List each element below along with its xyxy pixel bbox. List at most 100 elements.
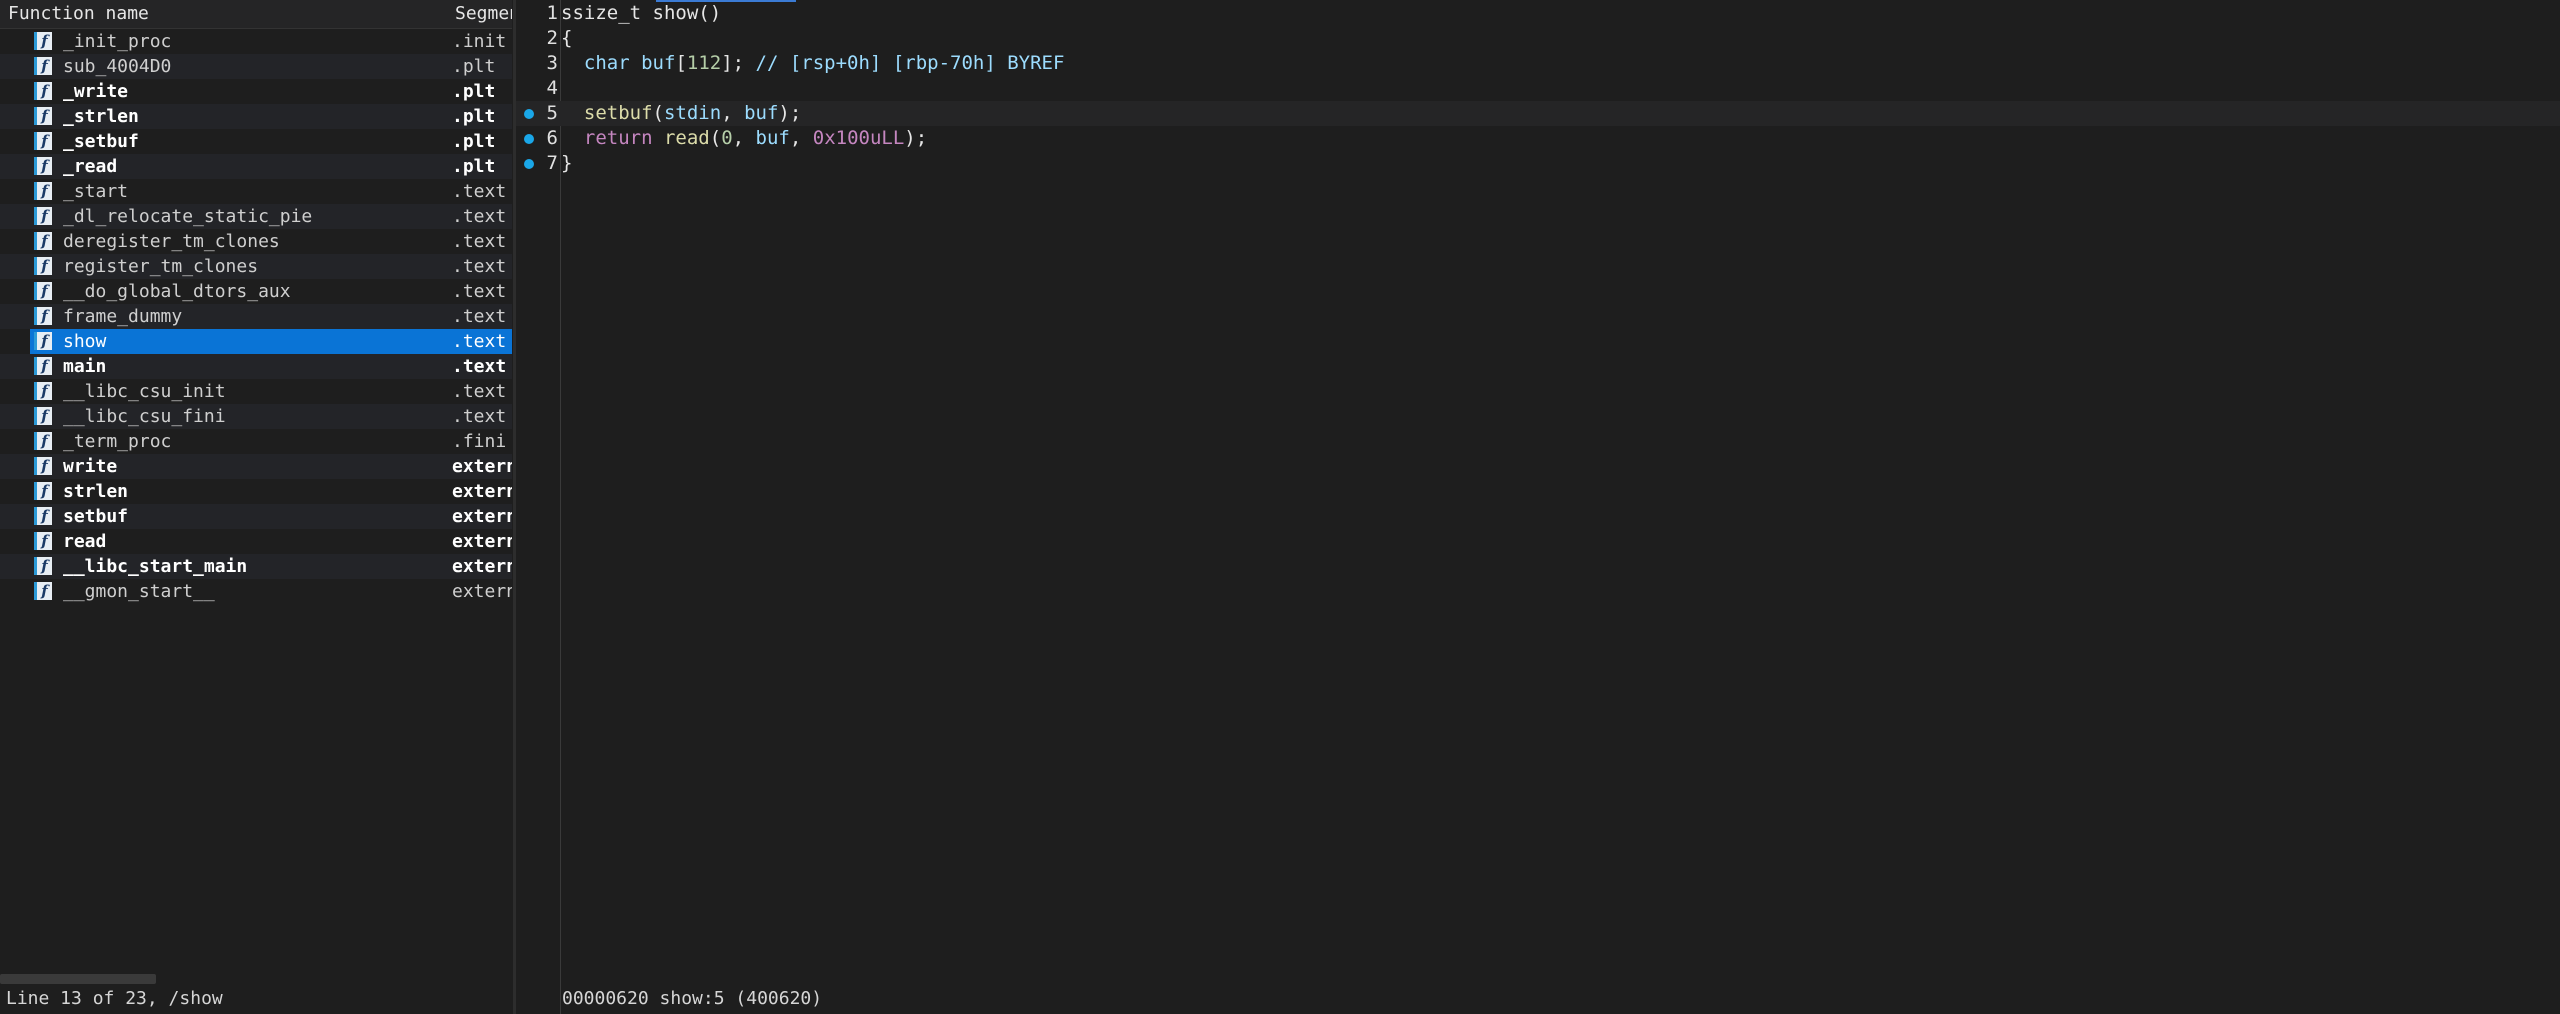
code-token-var: buf xyxy=(641,52,676,74)
function-icon: f xyxy=(34,582,52,600)
code-text: setbuf(stdin, buf); xyxy=(561,101,801,126)
function-row[interactable]: f frame_dummy .text xyxy=(0,304,512,329)
line-number: 7 xyxy=(546,152,558,174)
function-name: __do_global_dtors_aux xyxy=(63,281,291,302)
function-name: _strlen xyxy=(63,106,139,127)
code-token-plain: ); xyxy=(904,127,928,149)
function-icon: f xyxy=(34,182,52,200)
line-number: 5 xyxy=(546,102,558,124)
code-token-kw: return xyxy=(583,127,653,149)
function-row[interactable]: f register_tm_clones .text xyxy=(0,254,512,279)
function-icon: f xyxy=(34,82,52,100)
function-segment: .text xyxy=(452,406,507,427)
function-row[interactable]: f setbuf extern xyxy=(0,504,512,529)
function-segment: extern xyxy=(452,456,512,477)
code-line[interactable]: 1 ssize_t show() xyxy=(516,1,2560,26)
breakpoint-dot-icon[interactable] xyxy=(524,134,534,144)
function-name: show xyxy=(63,331,107,352)
functions-panel: Function name Segment f_init_proc.initfs… xyxy=(0,0,512,1014)
function-name: _write xyxy=(63,81,129,102)
function-segment: .fini xyxy=(452,431,507,452)
code-token-var: buf xyxy=(755,127,790,149)
function-icon: f xyxy=(34,107,52,125)
line-number: 2 xyxy=(546,27,558,49)
function-row[interactable]: f __libc_csu_fini .text xyxy=(0,404,512,429)
breakpoint-dot-icon[interactable] xyxy=(524,109,534,119)
code-line[interactable]: 2{ xyxy=(516,26,2560,51)
code-token-plain: ( xyxy=(652,102,664,124)
function-row[interactable]: f write extern xyxy=(0,454,512,479)
function-icon: f xyxy=(34,382,52,400)
code-text: char buf[112]; // [rsp+0h] [rbp-70h] BYR… xyxy=(561,51,1065,76)
function-row[interactable]: f __gmon_start__ extern xyxy=(0,579,512,604)
function-icon: f xyxy=(34,507,52,525)
function-row[interactable]: f _start .text xyxy=(0,179,512,204)
function-segment: .plt xyxy=(452,81,496,102)
function-row[interactable]: f _setbuf .plt xyxy=(0,129,512,154)
function-name: _dl_relocate_static_pie xyxy=(63,206,313,227)
function-row[interactable]: f _init_proc .init xyxy=(0,29,512,54)
function-icon: f xyxy=(34,257,52,275)
line-number: 1 xyxy=(546,2,558,24)
function-name: __libc_csu_init xyxy=(63,381,226,402)
code-token-type: char xyxy=(583,52,630,74)
function-name: main xyxy=(63,356,107,377)
function-segment: .plt xyxy=(452,106,496,127)
code-text: { xyxy=(561,26,572,51)
code-line[interactable]: 4 xyxy=(516,76,2560,101)
function-name: strlen xyxy=(63,481,129,502)
code-line[interactable]: 5 setbuf(stdin, buf); xyxy=(516,101,2560,126)
function-row[interactable]: f sub_4004D0 .plt xyxy=(0,54,512,79)
function-row[interactable]: f strlen extern xyxy=(0,479,512,504)
code-text: ssize_t show() xyxy=(561,1,721,26)
code-token-plain: ); xyxy=(778,102,802,124)
function-name: frame_dummy xyxy=(63,306,183,327)
function-icon: f xyxy=(34,232,52,250)
function-row[interactable]: f read extern xyxy=(0,529,512,554)
column-header-function-name[interactable]: Function name xyxy=(8,0,149,28)
function-row[interactable]: f __libc_start_main extern xyxy=(0,554,512,579)
code-token-fn: setbuf xyxy=(583,102,653,124)
function-row[interactable]: f _read .plt xyxy=(0,154,512,179)
code-line[interactable]: 7} xyxy=(516,151,2560,176)
pseudocode-panel[interactable]: 1 ssize_t show() 2{3 char buf[112]; // [rs… xyxy=(516,0,2560,1014)
code-token-plain: , xyxy=(789,127,813,149)
function-segment: extern xyxy=(452,531,512,552)
function-segment: .text xyxy=(452,306,507,327)
code-line[interactable]: 3 char buf[112]; // [rsp+0h] [rbp-70h] B… xyxy=(516,51,2560,76)
function-row[interactable]: f main .text xyxy=(0,354,512,379)
function-icon: f xyxy=(34,307,52,325)
pseudocode-status-bar: 00000620 show:5 (400620) xyxy=(562,988,823,1009)
function-row[interactable]: f _term_proc .fini xyxy=(0,429,512,454)
code-token-fn: read xyxy=(663,127,710,149)
function-row[interactable]: f show .text xyxy=(0,329,512,354)
column-header-segment[interactable]: Segment xyxy=(455,0,512,28)
function-icon: f xyxy=(34,557,52,575)
function-row[interactable]: f __libc_csu_init .text xyxy=(0,379,512,404)
functions-horizontal-scrollbar[interactable] xyxy=(0,974,156,984)
functions-table-header: Function name Segment xyxy=(0,0,512,29)
function-row[interactable]: f _write .plt xyxy=(0,79,512,104)
breakpoint-dot-icon[interactable] xyxy=(524,159,534,169)
function-icon: f xyxy=(34,32,52,50)
function-name: deregister_tm_clones xyxy=(63,231,280,252)
function-icon: f xyxy=(34,357,52,375)
code-line[interactable]: 6 return read(0, buf, 0x100uLL); xyxy=(516,126,2560,151)
function-row[interactable]: f __do_global_dtors_aux .text xyxy=(0,279,512,304)
function-name: _start xyxy=(63,181,129,202)
function-name: read xyxy=(63,531,107,552)
function-row[interactable]: f _strlen .plt xyxy=(0,104,512,129)
function-name: __libc_csu_fini xyxy=(63,406,226,427)
function-segment: .plt xyxy=(452,156,496,177)
function-name: _term_proc xyxy=(63,431,172,452)
function-segment: extern xyxy=(452,581,512,602)
function-icon: f xyxy=(34,457,52,475)
function-row[interactable]: f deregister_tm_clones .text xyxy=(0,229,512,254)
function-row[interactable]: f _dl_relocate_static_pie .text xyxy=(0,204,512,229)
code-token-plain: ssize_t show() xyxy=(561,2,722,24)
function-icon: f xyxy=(34,282,52,300)
function-segment: .text xyxy=(452,331,507,352)
code-text: } xyxy=(561,151,572,176)
